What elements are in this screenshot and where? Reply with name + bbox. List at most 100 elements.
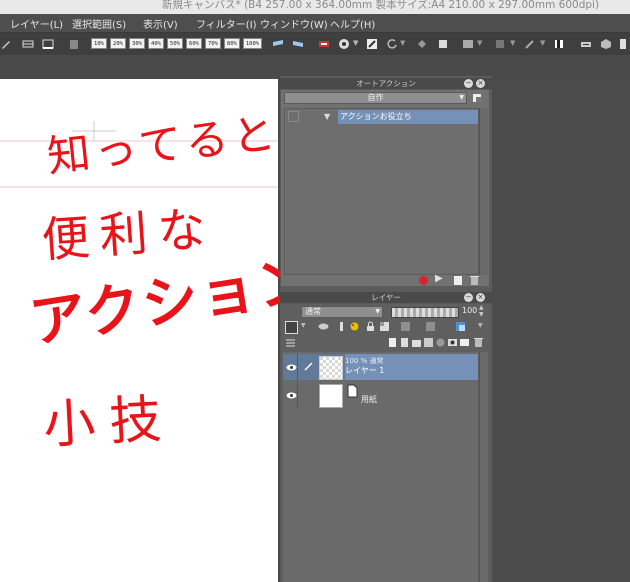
zoom-10-button[interactable]: 10% — [91, 38, 107, 49]
chevron-down-icon[interactable]: ▼ — [540, 39, 545, 47]
window-title: 新規キャンバス* (B4 257.00 x 364.00mm 製本サイズ:A4 … — [162, 0, 600, 11]
ruler-layer-icon[interactable] — [425, 321, 436, 332]
flip-vertical-icon[interactable] — [292, 38, 304, 50]
menu-selection[interactable]: 選択範囲(S) — [72, 16, 126, 31]
package-icon[interactable] — [600, 38, 612, 50]
color-switch-icon[interactable] — [553, 38, 565, 50]
opacity-slider[interactable] — [391, 307, 459, 318]
zoom-100-button[interactable]: 100% — [243, 38, 262, 49]
flip-horizontal-icon[interactable] — [272, 38, 284, 50]
new-raster-layer-icon[interactable] — [387, 337, 398, 348]
chevron-down-icon[interactable]: ▼ — [353, 39, 358, 47]
menu-layer[interactable]: レイヤー(L) — [10, 16, 63, 31]
menu-window[interactable]: ウィンドウ(W) — [260, 16, 328, 31]
draft-layer-icon[interactable] — [336, 321, 347, 332]
layer-color-icon[interactable] — [285, 321, 298, 334]
crop-icon[interactable] — [366, 38, 378, 50]
transfer-down-icon[interactable] — [423, 337, 434, 348]
chevron-down-icon[interactable]: ▼ — [477, 39, 482, 47]
layer-list-icon[interactable] — [285, 337, 296, 348]
layer-name: レイヤー 1 — [345, 366, 385, 375]
layer-color-mode-icon[interactable] — [455, 321, 466, 332]
layer-info: 100 % 通常 — [345, 357, 384, 365]
action-set-select[interactable]: 自作 ▼ — [284, 92, 467, 104]
expand-triangle-icon[interactable]: ▼ — [324, 112, 330, 121]
mask-icon[interactable] — [447, 337, 458, 348]
close-icon[interactable]: × — [476, 79, 485, 88]
selection-clear-icon[interactable] — [437, 38, 449, 50]
paper-thumbnail — [319, 384, 343, 408]
merge-icon[interactable] — [435, 337, 446, 348]
zoom-60-button[interactable]: 60% — [186, 38, 202, 49]
ruler-icon[interactable] — [42, 38, 54, 50]
separator — [297, 382, 298, 408]
zoom-30-button[interactable]: 30% — [129, 38, 145, 49]
zoom-70-button[interactable]: 70% — [205, 38, 221, 49]
clear-icon[interactable] — [318, 38, 330, 50]
chevron-down-icon[interactable]: ▼ — [400, 39, 405, 47]
book-icon[interactable] — [68, 38, 80, 50]
zoom-80-button[interactable]: 80% — [224, 38, 240, 49]
clip-lower-icon[interactable] — [400, 321, 411, 332]
new-folder-icon[interactable] — [411, 337, 422, 348]
print-icon[interactable] — [580, 38, 592, 50]
fill-icon[interactable] — [416, 38, 428, 50]
new-action-icon[interactable] — [453, 275, 464, 286]
rotate-icon[interactable] — [386, 38, 398, 50]
workspace-background — [492, 79, 630, 582]
layer-scrollbar[interactable] — [479, 352, 488, 582]
auto-action-panel: 自作 ▼ ▼ アクションお役立ち ▶ — [281, 90, 489, 286]
lock-transparent-icon[interactable] — [379, 321, 390, 332]
palette-icon[interactable] — [349, 321, 360, 332]
auto-action-title: オートアクション — [280, 78, 492, 89]
layer-mask-icon[interactable] — [462, 38, 474, 50]
layer-list: 100 % 通常 レイヤー 1 用紙 — [283, 352, 478, 582]
menu-view[interactable]: 表示(V) — [143, 16, 178, 31]
action-enable-checkbox[interactable] — [288, 111, 299, 122]
layer-row-paper[interactable]: 用紙 — [283, 382, 478, 408]
action-menu-icon[interactable] — [472, 92, 483, 103]
opacity-value[interactable]: 100 — [462, 306, 477, 315]
pen-icon[interactable] — [524, 38, 536, 50]
blend-mode-label: 通常 — [305, 307, 321, 316]
menu-filter[interactable]: フィルター(I) — [196, 16, 257, 31]
separator — [297, 354, 298, 380]
guide-icon[interactable] — [494, 38, 506, 50]
menu-help[interactable]: ヘルプ(H) — [330, 16, 375, 31]
brush-icon[interactable] — [0, 38, 12, 50]
command-bar: 10% 20% 30% 40% 50% 60% 70% 80% 100% ▼ ▼… — [0, 33, 630, 56]
trash-icon[interactable] — [469, 275, 480, 286]
action-scrollbar[interactable] — [479, 108, 488, 275]
zoom-50-button[interactable]: 50% — [167, 38, 183, 49]
canvas-area[interactable]: 知ってると 便利な アクション 小技 — [0, 79, 320, 582]
window-title-bar: 新規キャンバス* (B4 257.00 x 364.00mm 製本サイズ:A4 … — [0, 0, 630, 14]
zoom-40-button[interactable]: 40% — [148, 38, 164, 49]
close-icon[interactable]: × — [476, 293, 485, 302]
blend-mode-select[interactable]: 通常 ▼ — [301, 306, 383, 318]
minimize-icon[interactable]: − — [464, 79, 473, 88]
new-vector-layer-icon[interactable] — [399, 337, 410, 348]
play-icon[interactable]: ▶ — [435, 273, 443, 284]
frame-icon[interactable] — [22, 38, 34, 50]
opacity-stepper[interactable]: ▲ ▼ — [479, 304, 484, 318]
apply-mask-icon[interactable] — [459, 337, 470, 348]
eye-icon[interactable] — [286, 362, 297, 373]
zoom-20-button[interactable]: 20% — [110, 38, 126, 49]
trash-icon[interactable] — [473, 337, 484, 348]
minimize-icon[interactable]: − — [464, 293, 473, 302]
handwriting-line-2: 便利な — [39, 200, 218, 269]
chevron-down-icon[interactable]: ▼ — [301, 322, 306, 329]
chevron-down-icon[interactable]: ▼ — [478, 322, 483, 329]
layer-row-1[interactable]: 100 % 通常 レイヤー 1 — [283, 354, 478, 380]
record-icon[interactable] — [419, 276, 428, 285]
chevron-down-icon: ▼ — [375, 308, 380, 315]
reference-layer-icon[interactable] — [318, 321, 329, 332]
chevron-down-icon[interactable]: ▼ — [510, 39, 515, 47]
lock-icon[interactable] — [365, 321, 376, 332]
action-list: ▼ アクションお役立ち — [284, 108, 479, 275]
action-item[interactable]: アクションお役立ち — [338, 110, 478, 124]
bookmark-icon[interactable] — [618, 38, 630, 50]
eye-icon[interactable] — [286, 390, 297, 401]
transform-icon[interactable] — [338, 38, 350, 50]
menu-bar: レイヤー(L) 選択範囲(S) 表示(V) フィルター(I) ウィンドウ(W) … — [0, 14, 630, 33]
